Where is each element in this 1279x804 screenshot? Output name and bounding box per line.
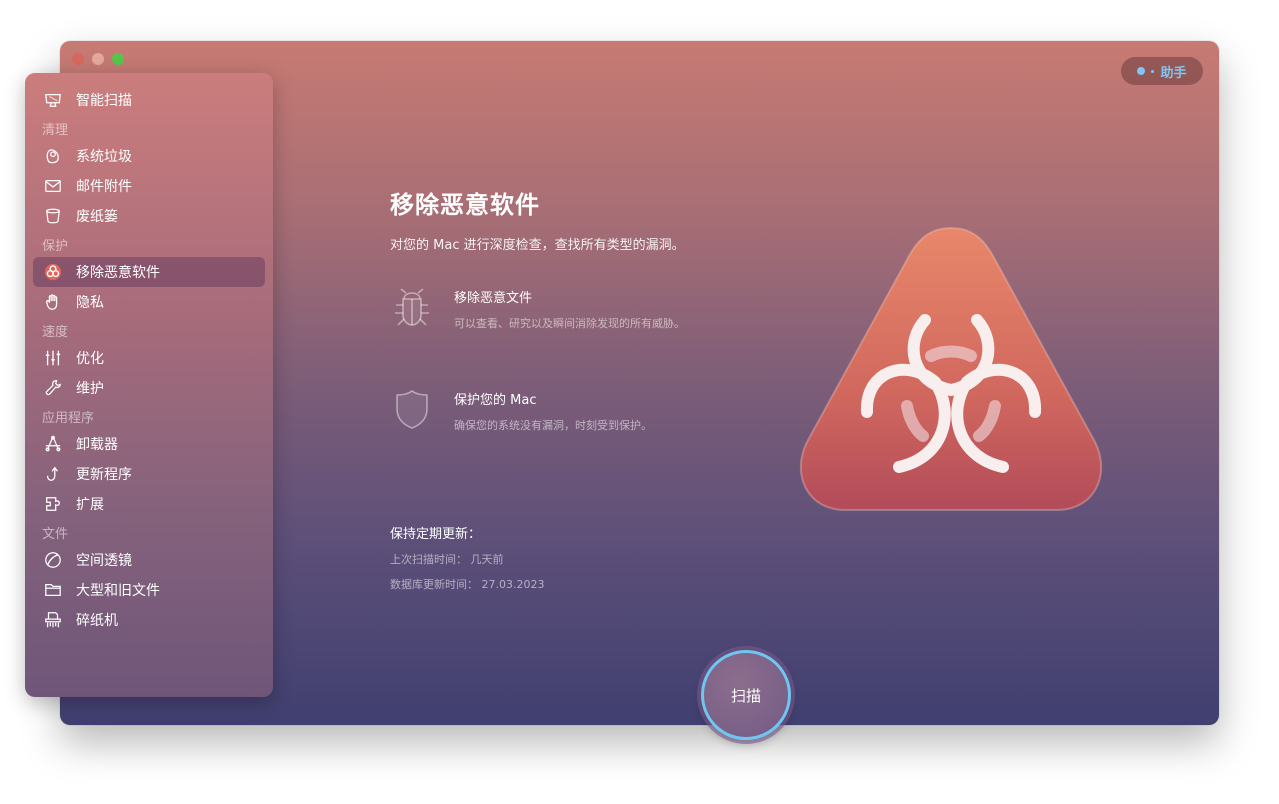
sidebar-item-label: 更新程序 <box>76 467 132 483</box>
close-window-button[interactable] <box>72 53 84 65</box>
shredder-icon <box>43 610 63 630</box>
sidebar-item-optimization[interactable]: 优化 <box>33 343 265 373</box>
sidebar-item-label: 移除恶意软件 <box>76 265 160 281</box>
assistant-label: 助手 <box>1160 65 1187 81</box>
assistant-dot-icon <box>1137 67 1146 75</box>
sidebar-section-title: 清理 <box>42 123 69 138</box>
sidebar-item-label: 碎纸机 <box>76 613 118 629</box>
folder-icon <box>43 580 63 600</box>
sidebar-section-title: 应用程序 <box>42 411 95 426</box>
sidebar-item-trash[interactable]: 废纸篓 <box>33 201 265 231</box>
sidebar-item-mail-attachments[interactable]: 邮件附件 <box>33 171 265 201</box>
shield-icon <box>390 387 434 431</box>
sidebar-item-label: 系统垃圾 <box>76 149 132 165</box>
sidebar-item-label: 邮件附件 <box>76 179 132 195</box>
assistant-dot-small-icon <box>1151 69 1155 73</box>
sidebar-item-privacy[interactable]: 隐私 <box>33 287 265 317</box>
sidebar-item-space-lens[interactable]: 空间透镜 <box>33 545 265 575</box>
sidebar-section-title: 保护 <box>42 239 69 254</box>
uninstaller-icon <box>43 434 63 454</box>
sidebar-item-large-old-files[interactable]: 大型和旧文件 <box>33 575 265 605</box>
sidebar-section-title: 速度 <box>42 325 69 340</box>
sidebar: 智能扫描 清理 系统垃圾 邮件附件 废纸篓 保护 移除恶意软件 隐私 速度 优化… <box>25 73 273 697</box>
system-junk-icon <box>43 146 63 166</box>
scan-button[interactable]: 扫描 <box>701 650 791 740</box>
database-update-time: 数据库更新时间： 27.03.2023 <box>390 578 545 591</box>
page-title: 移除恶意软件 <box>390 191 540 219</box>
page-subtitle: 对您的 Mac 进行深度检查，查找所有类型的漏洞。 <box>390 238 685 253</box>
update-title: 保持定期更新： <box>390 527 482 542</box>
update-info: 保持定期更新： 上次扫描时间： 几天前 数据库更新时间： 27.03.2023 <box>390 523 544 592</box>
biohazard-icon <box>43 262 63 282</box>
monitor-icon <box>43 90 63 110</box>
scan-button-label: 扫描 <box>730 686 761 705</box>
sidebar-item-label: 大型和旧文件 <box>76 583 160 599</box>
sidebar-item-label: 空间透镜 <box>76 553 132 569</box>
feature-remove-malicious-files: 移除恶意文件 可以查看、研究以及瞬间消除发现的所有威胁。 <box>390 285 685 331</box>
sidebar-item-label: 维护 <box>76 381 104 397</box>
assistant-button[interactable]: 助手 <box>1121 57 1203 85</box>
feature-title: 保护您的 Mac <box>454 393 537 408</box>
sidebar-item-label: 智能扫描 <box>76 93 132 109</box>
bug-icon <box>390 285 434 329</box>
traffic-lights <box>72 53 124 65</box>
extension-icon <box>43 494 63 514</box>
feature-description: 确保您的系统没有漏洞，时刻受到保护。 <box>454 419 652 432</box>
updater-icon <box>43 464 63 484</box>
feature-protect-mac: 保护您的 Mac 确保您的系统没有漏洞，时刻受到保护。 <box>390 387 652 433</box>
sidebar-section-title: 文件 <box>42 527 69 542</box>
sidebar-item-extensions[interactable]: 扩展 <box>33 489 265 519</box>
last-scan-time: 上次扫描时间： 几天前 <box>390 553 504 566</box>
sidebar-item-label: 废纸篓 <box>76 209 118 225</box>
maximize-window-button[interactable] <box>112 53 124 65</box>
minimize-window-button[interactable] <box>92 53 104 65</box>
sidebar-item-updater[interactable]: 更新程序 <box>33 459 265 489</box>
hand-icon <box>43 292 63 312</box>
wrench-icon <box>43 378 63 398</box>
feature-description: 可以查看、研究以及瞬间消除发现的所有威胁。 <box>454 317 685 330</box>
sidebar-item-label: 优化 <box>76 351 104 367</box>
feature-title: 移除恶意文件 <box>454 291 533 306</box>
sidebar-item-malware-removal[interactable]: 移除恶意软件 <box>33 257 265 287</box>
trash-icon <box>43 206 63 226</box>
sidebar-item-label: 卸载器 <box>76 437 118 453</box>
sidebar-item-uninstaller[interactable]: 卸载器 <box>33 429 265 459</box>
space-lens-icon <box>43 550 63 570</box>
sidebar-item-system-junk[interactable]: 系统垃圾 <box>33 141 265 171</box>
sidebar-item-label: 扩展 <box>76 497 104 513</box>
main-header: 移除恶意软件 对您的 Mac 进行深度检查，查找所有类型的漏洞。 <box>390 185 685 253</box>
mail-icon <box>43 176 63 196</box>
sliders-icon <box>43 348 63 368</box>
sidebar-item-maintenance[interactable]: 维护 <box>33 373 265 403</box>
sidebar-item-label: 隐私 <box>76 295 104 311</box>
biohazard-hero-icon <box>799 226 1103 511</box>
sidebar-item-shredder[interactable]: 碎纸机 <box>33 605 265 635</box>
sidebar-item-smart-scan[interactable]: 智能扫描 <box>33 85 265 115</box>
